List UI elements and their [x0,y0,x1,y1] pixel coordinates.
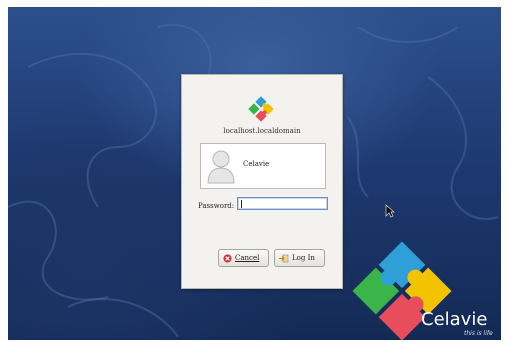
user-list-item[interactable]: Celavie [200,143,326,189]
text-cursor [241,200,242,208]
login-button[interactable]: Log In [274,249,325,267]
login-button-label: Log In [292,254,315,262]
password-label: Password: [198,202,235,210]
cancel-button-label: Cancel [235,254,260,262]
mouse-pointer-icon [385,204,395,218]
puzzle-logo-icon [248,96,274,122]
cancel-button[interactable]: Cancel [218,249,269,267]
brand-tagline: this is life [464,330,493,337]
username-label: Celavie [243,160,270,168]
login-icon [279,254,289,262]
password-field[interactable] [237,197,328,210]
desktop-background: localhost.localdomain Celavie Password: … [8,7,501,340]
login-dialog: localhost.localdomain Celavie Password: … [181,74,343,289]
hostname-label: localhost.localdomain [223,127,301,135]
user-avatar-icon [207,150,235,184]
brand-name: Celavie [421,309,488,330]
cancel-icon [223,253,232,263]
